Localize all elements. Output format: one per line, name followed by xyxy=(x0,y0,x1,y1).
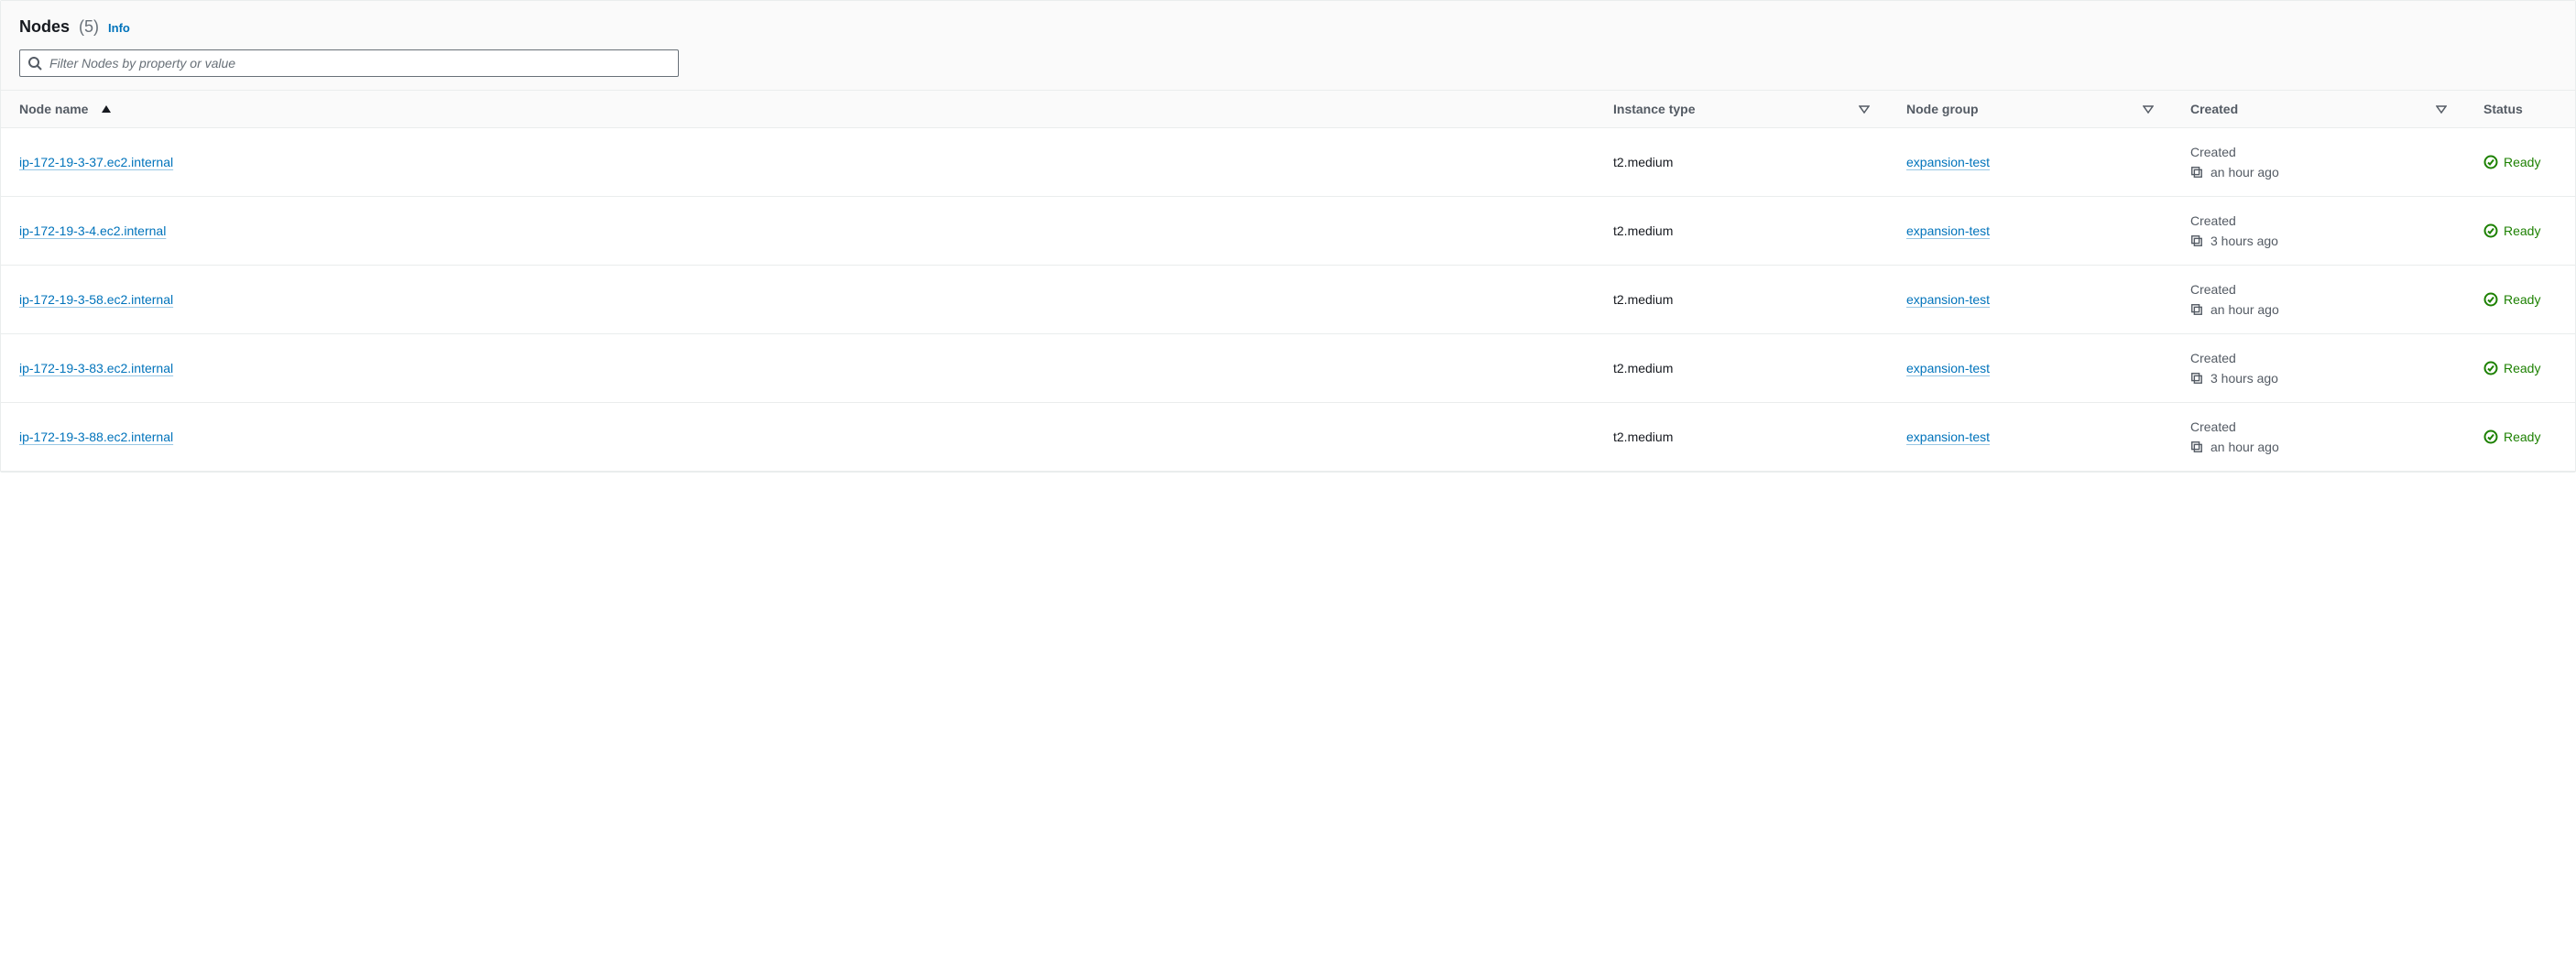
header-title-row: Nodes (5) Info xyxy=(19,17,2557,37)
sort-icon xyxy=(1859,103,1870,114)
status-cell: Ready xyxy=(2483,430,2557,444)
created-time: an hour ago xyxy=(2210,302,2279,317)
info-link[interactable]: Info xyxy=(108,21,130,35)
status-text: Ready xyxy=(2504,292,2540,307)
status-ok-icon xyxy=(2483,292,2498,307)
copy-icon[interactable] xyxy=(2190,440,2203,453)
status-text: Ready xyxy=(2504,223,2540,238)
node-group-link[interactable]: expansion-test xyxy=(1906,155,1990,169)
instance-type-value: t2.medium xyxy=(1613,292,1673,307)
status-ok-icon xyxy=(2483,155,2498,169)
status-ok-icon xyxy=(2483,430,2498,444)
panel-count: (5) xyxy=(79,17,99,37)
status-ok-icon xyxy=(2483,223,2498,238)
created-time: an hour ago xyxy=(2210,440,2279,454)
col-label: Node name xyxy=(19,102,88,116)
status-cell: Ready xyxy=(2483,223,2557,238)
copy-icon[interactable] xyxy=(2190,234,2203,247)
nodes-table: Node name Instance type xyxy=(1,91,2575,472)
instance-type-value: t2.medium xyxy=(1613,223,1673,238)
node-name-link[interactable]: ip-172-19-3-83.ec2.internal xyxy=(19,361,173,375)
table-row: ip-172-19-3-4.ec2.internal t2.medium exp… xyxy=(1,197,2575,266)
sort-icon xyxy=(2143,103,2154,114)
col-header-status[interactable]: Status xyxy=(2465,91,2575,128)
table-row: ip-172-19-3-88.ec2.internal t2.medium ex… xyxy=(1,403,2575,472)
created-cell: Created an hour ago xyxy=(2190,282,2447,317)
sort-asc-icon xyxy=(101,103,112,114)
col-header-created[interactable]: Created xyxy=(2172,91,2465,128)
created-label: Created xyxy=(2190,351,2447,365)
filter-container[interactable] xyxy=(19,49,679,77)
node-name-link[interactable]: ip-172-19-3-37.ec2.internal xyxy=(19,155,173,169)
status-text: Ready xyxy=(2504,361,2540,375)
sort-icon xyxy=(2436,103,2447,114)
created-time: an hour ago xyxy=(2210,165,2279,179)
copy-icon[interactable] xyxy=(2190,303,2203,316)
node-group-link[interactable]: expansion-test xyxy=(1906,430,1990,444)
col-label: Status xyxy=(2483,102,2523,116)
filter-input[interactable] xyxy=(49,56,671,71)
instance-type-value: t2.medium xyxy=(1613,430,1673,444)
node-name-link[interactable]: ip-172-19-3-58.ec2.internal xyxy=(19,292,173,307)
created-time: 3 hours ago xyxy=(2210,234,2278,248)
status-ok-icon xyxy=(2483,361,2498,375)
copy-icon[interactable] xyxy=(2190,372,2203,385)
created-label: Created xyxy=(2190,145,2447,159)
table-row: ip-172-19-3-83.ec2.internal t2.medium ex… xyxy=(1,334,2575,403)
instance-type-value: t2.medium xyxy=(1613,361,1673,375)
col-label: Node group xyxy=(1906,102,1979,116)
status-cell: Ready xyxy=(2483,361,2557,375)
created-label: Created xyxy=(2190,282,2447,297)
created-time: 3 hours ago xyxy=(2210,371,2278,386)
search-icon xyxy=(27,56,42,71)
col-header-node-name[interactable]: Node name xyxy=(1,91,1595,128)
panel-title: Nodes xyxy=(19,17,70,37)
node-group-link[interactable]: expansion-test xyxy=(1906,361,1990,375)
node-group-link[interactable]: expansion-test xyxy=(1906,292,1990,307)
created-cell: Created an hour ago xyxy=(2190,419,2447,454)
col-header-instance-type[interactable]: Instance type xyxy=(1595,91,1888,128)
col-label: Instance type xyxy=(1613,102,1695,116)
created-label: Created xyxy=(2190,213,2447,228)
created-cell: Created 3 hours ago xyxy=(2190,351,2447,386)
node-name-link[interactable]: ip-172-19-3-4.ec2.internal xyxy=(19,223,166,238)
status-cell: Ready xyxy=(2483,292,2557,307)
table-row: ip-172-19-3-37.ec2.internal t2.medium ex… xyxy=(1,128,2575,197)
created-cell: Created an hour ago xyxy=(2190,145,2447,179)
col-label: Created xyxy=(2190,102,2238,116)
node-name-link[interactable]: ip-172-19-3-88.ec2.internal xyxy=(19,430,173,444)
panel-header: Nodes (5) Info xyxy=(1,1,2575,91)
status-text: Ready xyxy=(2504,430,2540,444)
node-group-link[interactable]: expansion-test xyxy=(1906,223,1990,238)
created-label: Created xyxy=(2190,419,2447,434)
instance-type-value: t2.medium xyxy=(1613,155,1673,169)
nodes-panel: Nodes (5) Info Node name xyxy=(0,0,2576,473)
table-row: ip-172-19-3-58.ec2.internal t2.medium ex… xyxy=(1,266,2575,334)
status-cell: Ready xyxy=(2483,155,2557,169)
created-cell: Created 3 hours ago xyxy=(2190,213,2447,248)
status-text: Ready xyxy=(2504,155,2540,169)
col-header-node-group[interactable]: Node group xyxy=(1888,91,2172,128)
copy-icon[interactable] xyxy=(2190,166,2203,179)
